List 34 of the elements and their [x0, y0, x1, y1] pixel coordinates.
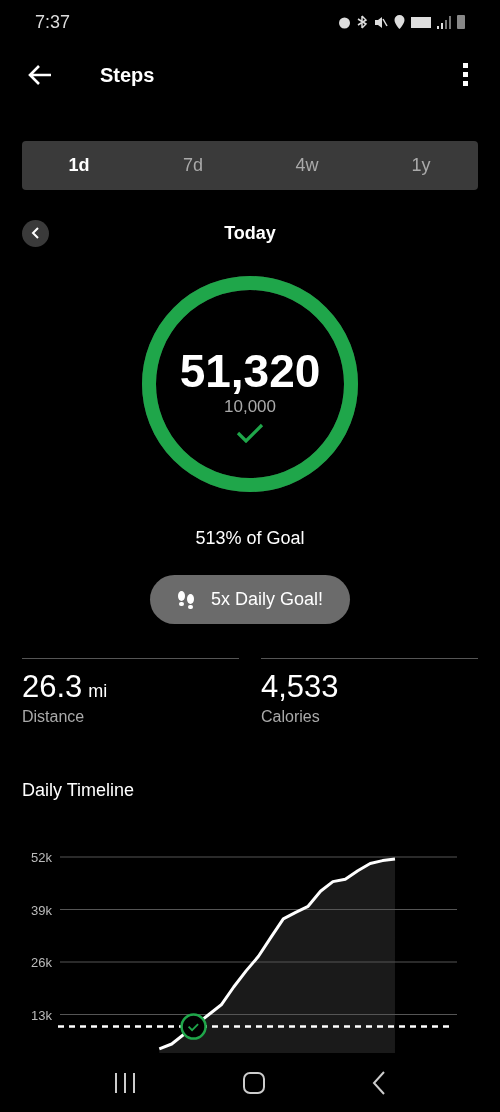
stat-label: Distance [22, 707, 86, 727]
recent-apps-icon[interactable] [113, 1072, 136, 1093]
axis-label: 26k [31, 955, 52, 970]
back-icon[interactable] [372, 1070, 387, 1095]
period-tab[interactable]: 7d [136, 141, 250, 190]
period-tab[interactable]: 4w [250, 141, 364, 190]
bluetooth-icon [357, 15, 368, 29]
mute-icon [374, 15, 388, 29]
section-title: Daily Timeline [21, 779, 136, 802]
location-icon [394, 15, 405, 29]
period-label: Today [224, 221, 276, 245]
chevron-left-icon [30, 227, 41, 239]
achievement-badge[interactable]: 5x Daily Goal! [150, 575, 350, 624]
goal-reached-icon [180, 1013, 207, 1040]
goal-percent: 513% of Goal [194, 527, 306, 550]
stat-unit: mi [88, 680, 108, 703]
stat-value: 26.3 [22, 669, 83, 705]
stat-value: 4,533 [261, 669, 339, 705]
previous-day-button[interactable] [22, 219, 49, 247]
signal-icon [437, 15, 451, 29]
period-tab[interactable]: 1d [22, 141, 136, 190]
footprints-icon [176, 589, 195, 610]
step-count: 51,320 [179, 345, 321, 397]
axis-label: 39k [31, 902, 52, 918]
screen-title: Steps [100, 62, 155, 88]
stat-label: Calories [261, 707, 321, 727]
battery-icon [457, 15, 465, 29]
axis-label: 52k [31, 850, 52, 865]
home-icon[interactable] [243, 1071, 265, 1094]
status-time: 7:37 [35, 10, 71, 34]
period-tab[interactable]: 1y [364, 141, 478, 190]
goal-value: 10,000 [224, 397, 276, 417]
back-arrow-icon [27, 63, 53, 86]
axis-label: 13k [31, 1007, 52, 1023]
